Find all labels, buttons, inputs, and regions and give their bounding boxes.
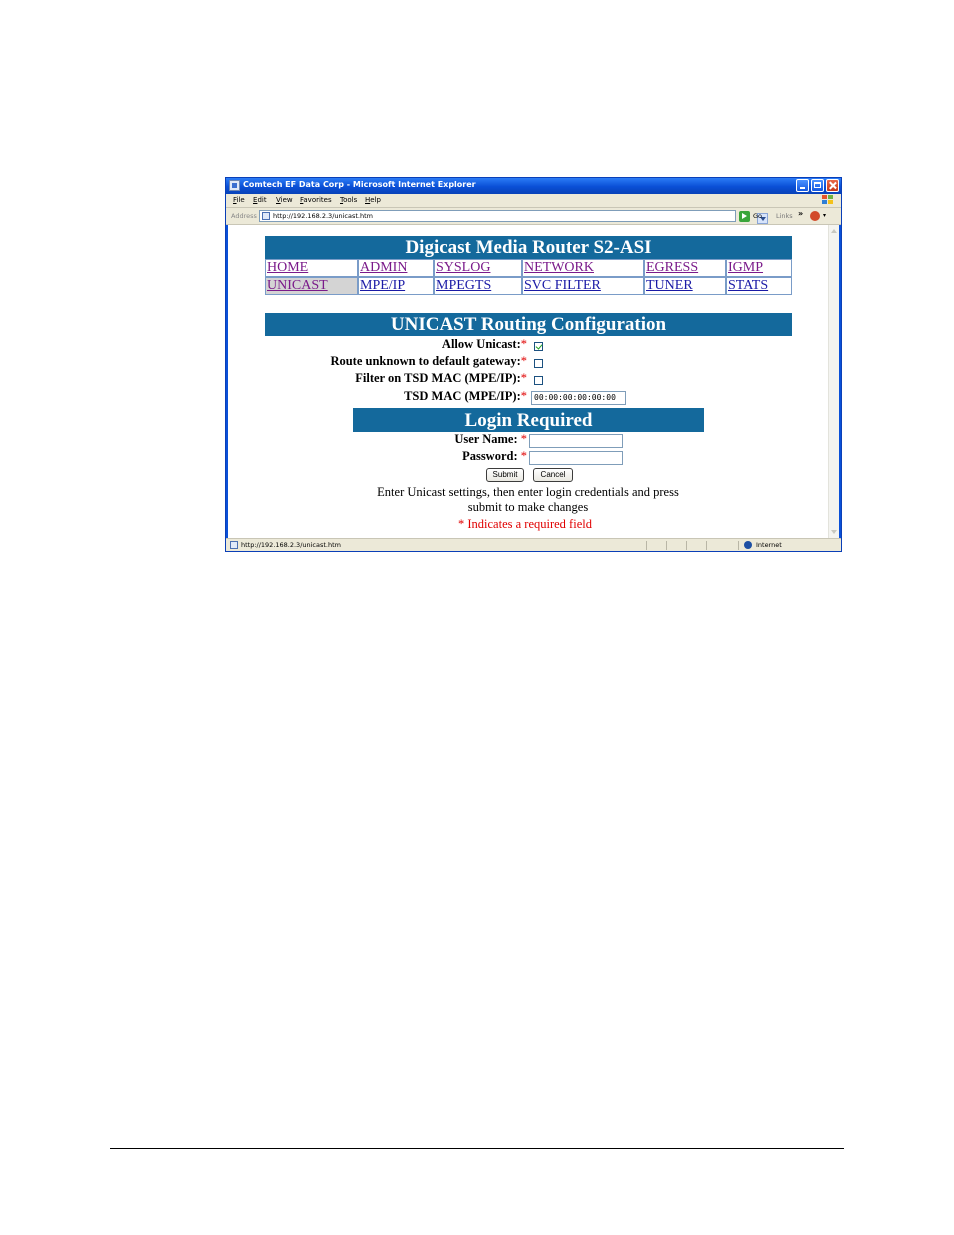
page-viewport: Digicast Media Router S2-ASI HOME ADMIN … <box>228 225 839 538</box>
nav-link-home[interactable]: HOME <box>267 260 308 276</box>
allow-unicast-checkbox[interactable] <box>534 342 543 351</box>
nav-link-igmp[interactable]: IGMP <box>728 260 763 276</box>
required-marker: * <box>520 354 527 368</box>
nav-cell: STATS <box>726 277 792 295</box>
windows-logo-icon <box>822 195 834 206</box>
instructions-line-1: Enter Unicast settings, then enter login… <box>377 485 679 499</box>
address-input[interactable]: http://192.168.2.3/unicast.htm <box>259 210 768 224</box>
nav-link-syslog[interactable]: SYSLOG <box>436 260 490 276</box>
tsd-mac-input[interactable]: 00:00:00:00:00:00 <box>531 391 626 405</box>
status-text: http://192.168.2.3/unicast.htm <box>241 541 341 549</box>
scroll-down-icon[interactable] <box>831 530 837 534</box>
links-toolbar[interactable]: Links <box>776 212 793 220</box>
status-divider <box>646 541 647 550</box>
nav-cell: IGMP <box>726 259 792 277</box>
nav-cell: UNICAST <box>265 277 358 295</box>
more-chevron-icon[interactable]: » <box>798 209 803 218</box>
route-unknown-label: Route unknown to default gateway:* <box>330 354 527 369</box>
browser-window: Comtech EF Data Corp - Microsoft Interne… <box>225 177 842 552</box>
required-marker: * <box>520 337 527 351</box>
toolbar-extension-icon[interactable] <box>810 211 820 221</box>
required-marker: * <box>520 432 527 446</box>
address-label: Address <box>231 212 257 220</box>
go-button[interactable]: Go <box>753 212 762 220</box>
menu-view[interactable]: View <box>276 196 293 204</box>
instructions-line-2: submit to make changes <box>467 500 589 514</box>
scroll-up-icon[interactable] <box>831 229 837 233</box>
status-bar: http://192.168.2.3/unicast.htm Internet <box>226 538 841 551</box>
nav-cell: SVC FILTER <box>522 277 644 295</box>
nav-link-mpegts[interactable]: MPEGTS <box>436 278 491 294</box>
security-zone-label: Internet <box>756 541 782 549</box>
menu-edit[interactable]: Edit <box>253 196 267 204</box>
dropdown-arrow-icon[interactable]: ▾ <box>823 212 826 219</box>
page-icon <box>262 212 270 220</box>
route-unknown-checkbox[interactable] <box>534 359 543 368</box>
password-label: Password: * <box>462 449 527 464</box>
menu-file[interactable]: File <box>233 196 245 204</box>
submit-button[interactable]: Submit <box>486 468 524 482</box>
nav-cell: ADMIN <box>358 259 434 277</box>
cancel-button[interactable]: Cancel <box>533 468 573 482</box>
username-label: User Name: * <box>454 432 527 447</box>
page-icon <box>230 541 238 549</box>
tsd-mac-label-text: TSD MAC (MPE/IP): <box>404 389 521 403</box>
filter-tsd-label-text: Filter on TSD MAC (MPE/IP): <box>355 371 521 385</box>
password-input[interactable] <box>529 451 623 465</box>
ie-page-icon <box>229 180 240 191</box>
nav-cell: SYSLOG <box>434 259 522 277</box>
nav-link-egress[interactable]: EGRESS <box>646 260 698 276</box>
required-field-note: * Indicates a required field <box>458 517 592 531</box>
filter-tsd-checkbox[interactable] <box>534 376 543 385</box>
status-divider <box>738 541 739 550</box>
section-title: UNICAST Routing Configuration <box>265 313 792 336</box>
minimize-button[interactable] <box>796 179 809 192</box>
allow-unicast-label: Allow Unicast:* <box>442 337 527 352</box>
username-input[interactable] <box>529 434 623 448</box>
allow-unicast-label-text: Allow Unicast: <box>441 337 521 351</box>
nav-cell: HOME <box>265 259 358 277</box>
vertical-scrollbar[interactable] <box>828 225 839 538</box>
close-button[interactable] <box>826 179 839 192</box>
internet-zone-icon <box>744 541 752 549</box>
required-marker: * <box>520 371 527 385</box>
nav-link-network[interactable]: NETWORK <box>524 260 594 276</box>
nav-cell: EGRESS <box>644 259 726 277</box>
filter-tsd-label: Filter on TSD MAC (MPE/IP):* <box>355 371 527 386</box>
address-url: http://192.168.2.3/unicast.htm <box>273 212 373 220</box>
maximize-button[interactable] <box>811 179 824 192</box>
nav-link-admin[interactable]: ADMIN <box>360 260 407 276</box>
required-marker: * <box>520 449 527 463</box>
route-unknown-label-text: Route unknown to default gateway: <box>330 354 521 368</box>
footer-rule <box>110 1148 844 1149</box>
nav-cell: MPEGTS <box>434 277 522 295</box>
nav-link-unicast[interactable]: UNICAST <box>267 278 328 294</box>
required-marker: * <box>520 389 527 403</box>
page-title: Digicast Media Router S2-ASI <box>265 236 792 259</box>
go-arrow-icon[interactable] <box>739 211 750 222</box>
menu-bar: File Edit View Favorites Tools Help <box>226 194 841 208</box>
menu-tools[interactable]: Tools <box>340 196 357 204</box>
nav-link-stats[interactable]: STATS <box>728 278 768 294</box>
menu-help[interactable]: Help <box>365 196 381 204</box>
nav-link-svc-filter[interactable]: SVC FILTER <box>524 278 601 294</box>
menu-favorites[interactable]: Favorites <box>300 196 332 204</box>
tsd-mac-label: TSD MAC (MPE/IP):* <box>404 389 527 404</box>
title-bar[interactable]: Comtech EF Data Corp - Microsoft Interne… <box>226 178 841 194</box>
login-title: Login Required <box>353 408 704 432</box>
status-divider <box>706 541 707 550</box>
nav-link-mpe-ip[interactable]: MPE/IP <box>360 278 405 294</box>
nav-link-tuner[interactable]: TUNER <box>646 278 693 294</box>
nav-cell: NETWORK <box>522 259 644 277</box>
password-label-text: Password: <box>462 449 518 463</box>
nav-cell: MPE/IP <box>358 277 434 295</box>
nav-cell: TUNER <box>644 277 726 295</box>
status-divider <box>666 541 667 550</box>
window-title: Comtech EF Data Corp - Microsoft Interne… <box>243 180 476 189</box>
address-bar: Address http://192.168.2.3/unicast.htm G… <box>226 208 841 225</box>
status-divider <box>686 541 687 550</box>
username-label-text: User Name: <box>454 432 518 446</box>
